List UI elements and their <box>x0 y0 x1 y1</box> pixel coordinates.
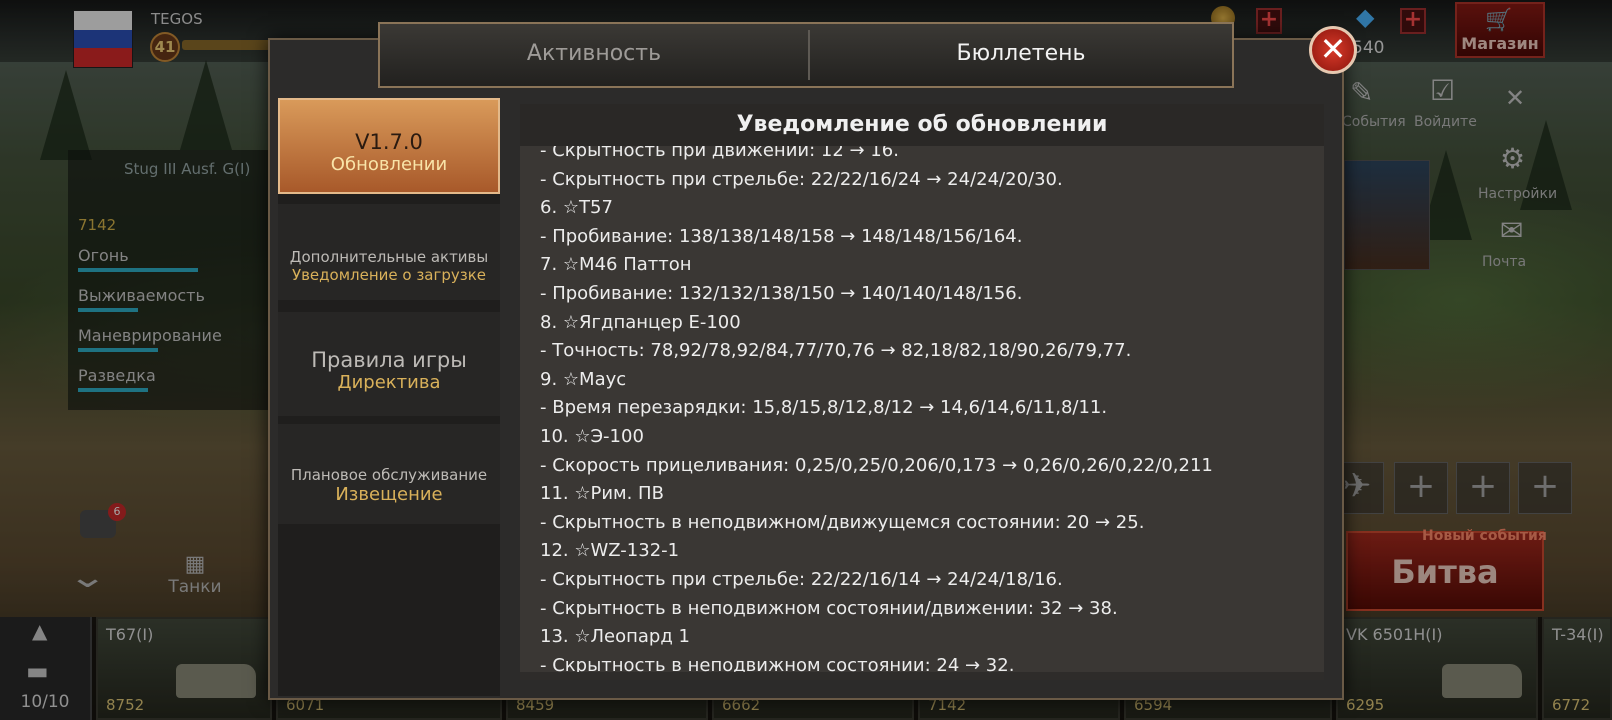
sidebar-item-subtitle: Директива <box>337 372 441 393</box>
sidebar-item-subtitle: Обновлении <box>330 154 448 175</box>
note-line: 9. ☆Маус <box>540 368 627 390</box>
note-line: 13. ☆Леопард 1 <box>540 626 690 648</box>
content-bottom-edge <box>520 672 1324 680</box>
close-button[interactable]: ✕ <box>1309 26 1357 74</box>
note-line: - Пробивание: 138/138/148/158 → 148/148/… <box>540 225 1023 247</box>
note-line: 11. ☆Рим. ПВ <box>540 483 664 505</box>
note-line: 6. ☆T57 <box>540 197 613 219</box>
close-icon: ✕ <box>1319 30 1347 68</box>
sidebar-item-rules[interactable]: Правила игры Директива <box>278 312 500 416</box>
notes-list: - Скрытность при движении: 12 → 16. - Ск… <box>540 140 1320 680</box>
sidebar-item-subtitle: Извещение <box>335 484 443 505</box>
note-line: - Скрытность при стрельбе: 22/22/16/14 →… <box>540 568 1063 590</box>
tab-activity[interactable]: Активность <box>380 24 808 86</box>
note-line: - Пробивание: 132/132/138/150 → 140/140/… <box>540 282 1023 304</box>
content-title: Уведомление об обновлении <box>520 104 1324 146</box>
sidebar-item-subtitle: Уведомление о загрузке <box>291 266 487 284</box>
note-line: - Точность: 78,92/78,92/84,77/70,76 → 82… <box>540 340 1132 362</box>
sidebar-item-title: Дополнительные активы <box>289 248 489 266</box>
sidebar-item-title: Правила игры <box>311 348 467 372</box>
note-line: 7. ☆M46 Паттон <box>540 254 692 276</box>
sidebar-item-title: V1.7.0 <box>355 130 423 154</box>
bulletin-content[interactable]: - Скрытность при движении: 12 → 16. - Ск… <box>520 104 1324 680</box>
note-line: 8. ☆Ягдпанцер Е-100 <box>540 311 741 333</box>
note-line: 10. ☆Э-100 <box>540 425 644 447</box>
modal-tab-bar: Активность Бюллетень <box>378 22 1234 88</box>
sidebar-item-assets[interactable]: Дополнительные активы Уведомление о загр… <box>278 204 500 300</box>
sidebar-item-maintenance[interactable]: Плановое обслуживание Извещение <box>278 424 500 524</box>
note-line: - Скрытность в неподвижном состоянии/дви… <box>540 597 1118 619</box>
note-line: - Время перезарядки: 15,8/15,8/12,8/12 →… <box>540 397 1108 419</box>
note-line: - Скорость прицеливания: 0,25/0,25/0,206… <box>540 454 1213 476</box>
note-line: 12. ☆WZ-132-1 <box>540 540 680 562</box>
sidebar-item-update[interactable]: V1.7.0 Обновлении <box>278 98 500 194</box>
note-line: - Скрытность в неподвижном/движущемся со… <box>540 511 1145 533</box>
sidebar-item-title: Плановое обслуживание <box>290 466 488 484</box>
note-line: - Скрытность при стрельбе: 22/22/16/24 →… <box>540 168 1063 190</box>
tab-bulletin[interactable]: Бюллетень <box>810 24 1232 86</box>
